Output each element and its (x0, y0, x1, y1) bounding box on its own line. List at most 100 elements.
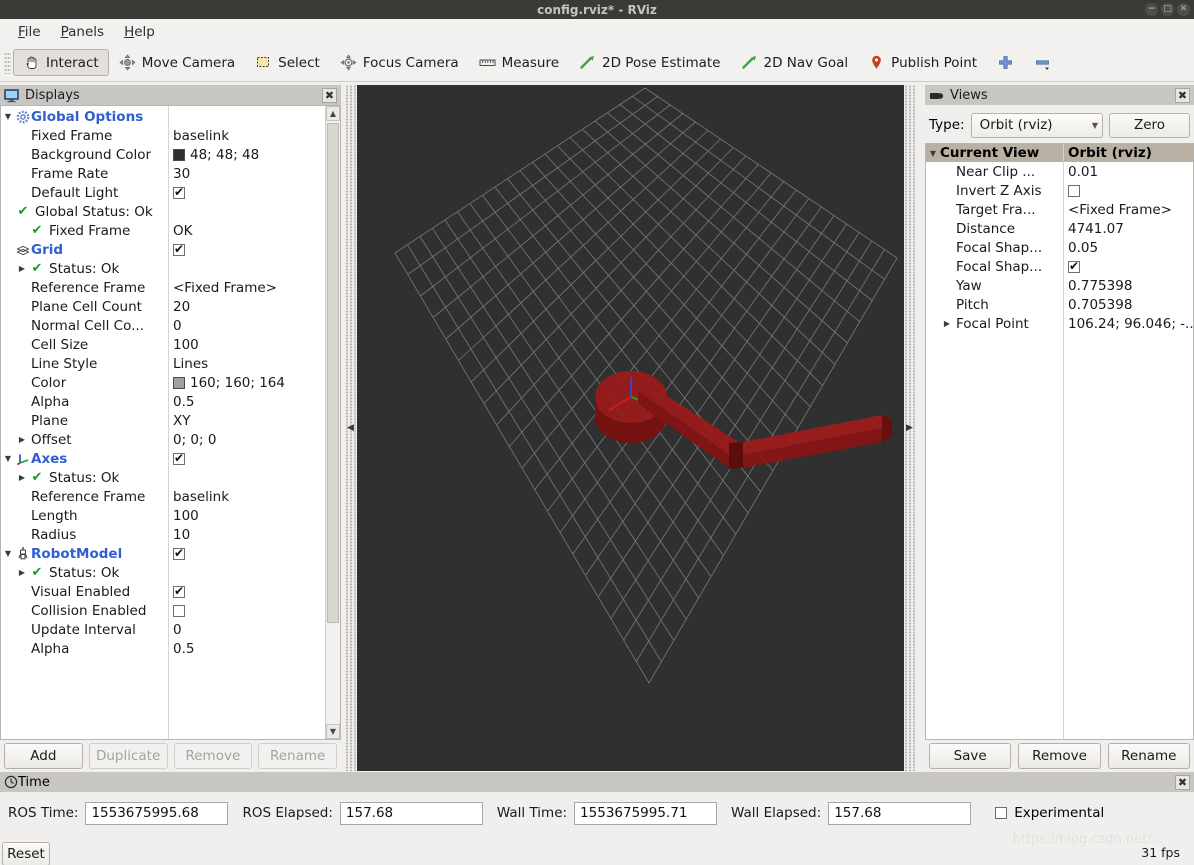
tree-row[interactable]: ▼ RobotModel (1, 544, 324, 563)
tree-row[interactable]: Color 160; 160; 164 (1, 373, 324, 392)
tree-row[interactable]: Target Fra... <Fixed Frame> (926, 200, 1193, 219)
views-expand-icon[interactable]: ▼ (926, 149, 940, 158)
row-value-text[interactable]: 0; 0; 0 (168, 432, 324, 448)
expand-down-icon[interactable]: ▼ (1, 112, 15, 121)
save-view-button[interactable]: Save (929, 743, 1012, 769)
views-column-divider[interactable] (1063, 144, 1064, 739)
row-checkbox[interactable] (1068, 184, 1080, 197)
row-value-text[interactable]: 100 (168, 337, 324, 353)
rename-view-button[interactable]: Rename (1107, 743, 1190, 769)
views-tree[interactable]: ▼ Current View Orbit (rviz) Near Clip ..… (925, 143, 1194, 740)
tree-row[interactable]: Line Style Lines (1, 354, 324, 373)
tool-publish-point[interactable]: Publish Point (858, 49, 987, 76)
row-value-text[interactable]: baselink (168, 128, 324, 144)
tree-row[interactable]: Invert Z Axis (926, 181, 1193, 200)
row-value-text[interactable]: 0 (168, 622, 324, 638)
tree-row[interactable]: Reference Frame <Fixed Frame> (1, 278, 324, 297)
tree-row[interactable]: ▶ ✔ Status: Ok (1, 563, 324, 582)
row-value-text[interactable]: 0.775398 (1063, 278, 1193, 294)
tree-row[interactable]: ▼ Axes (1, 449, 324, 468)
close-button[interactable]: ✕ (1177, 3, 1190, 16)
tree-row[interactable]: Alpha 0.5 (1, 392, 324, 411)
row-value-text[interactable]: 0.5 (168, 394, 324, 410)
expand-right-icon[interactable]: ▶ (15, 435, 29, 444)
collapse-left-icon[interactable]: ◀ (347, 423, 354, 433)
color-swatch[interactable] (173, 148, 185, 161)
tree-row[interactable]: Radius 10 (1, 525, 324, 544)
wall-time-field[interactable]: 1553675995.71 (574, 801, 718, 825)
expand-right-icon[interactable]: ▶ (15, 473, 29, 482)
tree-row[interactable]: Default Light (1, 183, 324, 202)
tree-row[interactable]: Plane XY (1, 411, 324, 430)
displays-scrollbar-thumb[interactable] (327, 123, 339, 623)
add-display-button[interactable]: Add (4, 743, 83, 769)
tree-row[interactable]: Frame Rate 30 (1, 164, 324, 183)
reset-button[interactable]: Reset (2, 842, 50, 865)
tool-move-camera[interactable]: Move Camera (109, 49, 245, 76)
scroll-down-icon[interactable]: ▼ (326, 724, 340, 739)
remove-view-button[interactable]: Remove (1018, 743, 1101, 769)
row-value-checkbox[interactable] (1063, 260, 1193, 273)
tool-interact[interactable]: Interact (13, 49, 109, 76)
tree-row[interactable]: Focal Shap... 0.05 (926, 238, 1193, 257)
displays-close-icon[interactable]: ✖ (322, 87, 337, 103)
row-value-text[interactable]: 106.24; 96.046; -... (1063, 316, 1193, 332)
tool-2d-pose-estimate[interactable]: 2D Pose Estimate (569, 49, 730, 76)
row-value-checkbox[interactable] (168, 604, 324, 617)
tool-select[interactable]: Select (245, 49, 330, 76)
left-splitter-handle[interactable]: ◀ (345, 85, 356, 771)
tree-row[interactable]: ▶ Focal Point 106.24; 96.046; -... (926, 314, 1193, 333)
row-value-text[interactable]: 30 (168, 166, 324, 182)
tool-measure[interactable]: Measure (469, 49, 569, 76)
row-checkbox[interactable] (173, 585, 185, 598)
row-value-text[interactable]: baselink (168, 489, 324, 505)
tree-row[interactable]: Grid (1, 240, 324, 259)
expand-right-icon[interactable]: ▶ (940, 319, 954, 328)
row-value-checkbox[interactable] (168, 243, 324, 256)
tree-row[interactable]: Focal Shap... (926, 257, 1193, 276)
rename-display-button[interactable]: Rename (258, 743, 337, 769)
views-tree-body[interactable]: Near Clip ... 0.01 Invert Z Axis Target Fra… (926, 162, 1193, 333)
tree-row[interactable]: ▼ Global Options (1, 107, 324, 126)
row-value-text[interactable]: 4741.07 (1063, 221, 1193, 237)
tree-row[interactable]: Collision Enabled (1, 601, 324, 620)
expand-right-icon[interactable]: ▶ (15, 568, 29, 577)
views-header-row[interactable]: ▼ Current View Orbit (rviz) (926, 144, 1193, 162)
tree-row[interactable]: ▶ ✔ Status: Ok (1, 259, 324, 278)
maximize-button[interactable]: □ (1161, 3, 1174, 16)
row-value-text[interactable]: <Fixed Frame> (1063, 202, 1193, 218)
time-close-icon[interactable]: ✖ (1175, 774, 1190, 790)
expand-right-icon[interactable]: ▶ (906, 423, 913, 433)
row-value-text[interactable]: OK (168, 223, 324, 239)
row-checkbox[interactable] (173, 452, 185, 465)
row-value-text[interactable]: 10 (168, 527, 324, 543)
row-value-color[interactable]: 160; 160; 164 (168, 375, 324, 391)
tree-row[interactable]: Cell Size 100 (1, 335, 324, 354)
row-value-text[interactable]: 0.705398 (1063, 297, 1193, 313)
row-checkbox[interactable] (1068, 260, 1080, 273)
displays-tree[interactable]: ▼ Global Options Fixed Frame baselink Backgr… (0, 105, 341, 740)
row-value-color[interactable]: 48; 48; 48 (168, 147, 324, 163)
row-value-text[interactable]: 0.01 (1063, 164, 1193, 180)
tree-row[interactable]: Reference Frame baselink (1, 487, 324, 506)
row-value-text[interactable]: Lines (168, 356, 324, 372)
3d-render-view[interactable] (357, 85, 904, 771)
tool-remove[interactable] (1024, 49, 1061, 76)
row-checkbox[interactable] (173, 243, 185, 256)
zero-button[interactable]: Zero (1109, 112, 1190, 138)
tree-row[interactable]: Visual Enabled (1, 582, 324, 601)
tree-row[interactable]: Distance 4741.07 (926, 219, 1193, 238)
row-value-text[interactable]: XY (168, 413, 324, 429)
tree-row[interactable]: ✔ Global Status: Ok (1, 202, 324, 221)
expand-right-icon[interactable]: ▶ (15, 264, 29, 273)
right-splitter-handle[interactable]: ▶ (904, 85, 915, 771)
tree-row[interactable]: Plane Cell Count 20 (1, 297, 324, 316)
tree-row[interactable]: Background Color 48; 48; 48 (1, 145, 324, 164)
row-value-checkbox[interactable] (168, 585, 324, 598)
toolbar-grip[interactable] (4, 51, 11, 74)
tree-row[interactable]: Alpha 0.5 (1, 639, 324, 658)
views-close-icon[interactable]: ✖ (1175, 87, 1190, 103)
menu-help[interactable]: Help (114, 22, 165, 42)
tool-2d-nav-goal[interactable]: 2D Nav Goal (731, 49, 859, 76)
tree-row[interactable]: Update Interval 0 (1, 620, 324, 639)
